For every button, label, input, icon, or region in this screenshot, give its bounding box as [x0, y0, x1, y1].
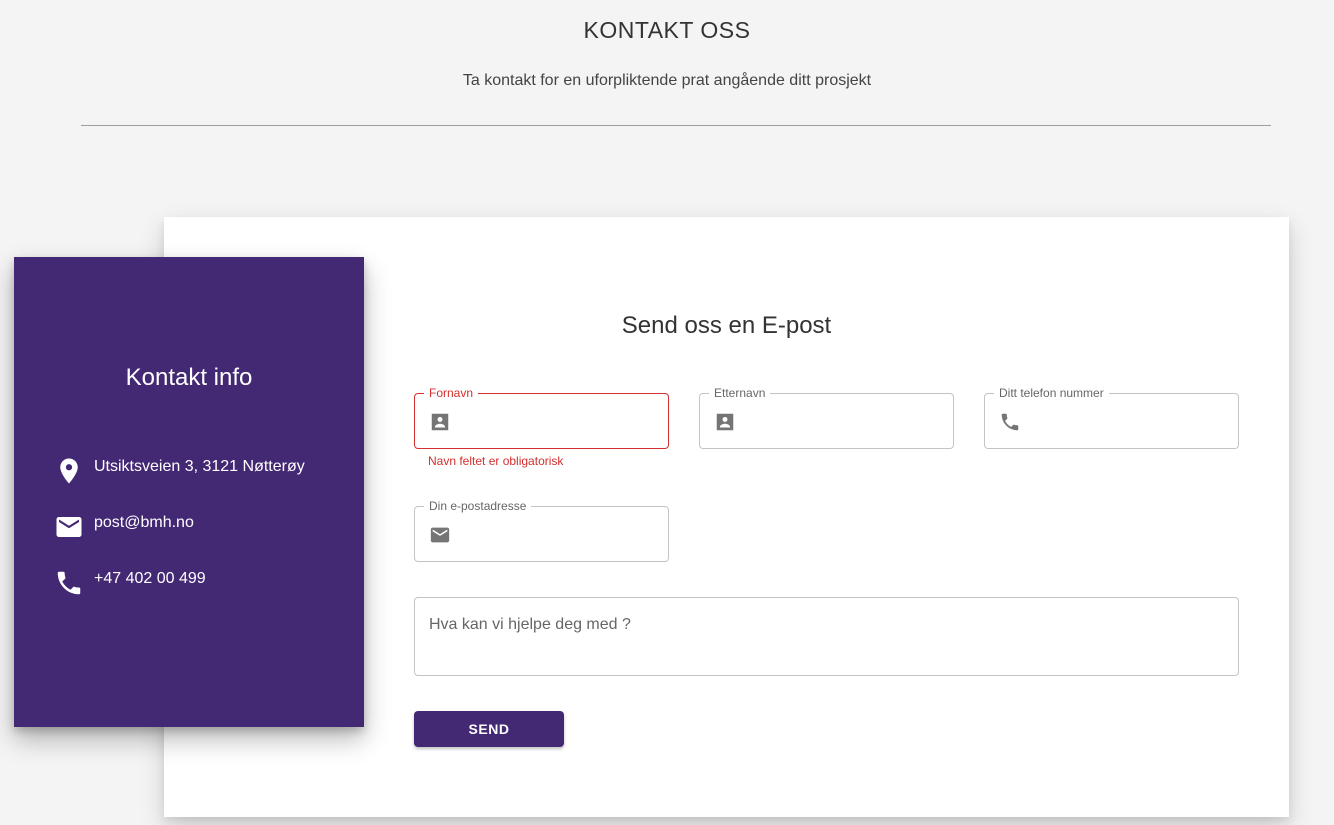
- contact-card-icon: [714, 411, 736, 433]
- last-name-label: Etternavn: [709, 386, 771, 400]
- page-subtitle: Ta kontakt for en uforpliktende prat ang…: [462, 72, 872, 89]
- message-textarea[interactable]: Hva kan vi hjelpe deg med ?: [414, 597, 1239, 676]
- first-name-error: Navn feltet er obligatorisk: [428, 454, 564, 468]
- phone-text[interactable]: +47 402 00 499: [94, 570, 206, 588]
- first-name-field[interactable]: Fornavn: [414, 386, 669, 449]
- contact-info-title: Kontakt info: [125, 364, 253, 391]
- location-pin-icon: [54, 456, 84, 486]
- email-label: Din e-postadresse: [424, 499, 532, 513]
- phone-label: Ditt telefon nummer: [994, 386, 1109, 400]
- email-field[interactable]: Din e-postadresse: [414, 499, 669, 562]
- email-text[interactable]: post@bmh.no: [94, 514, 194, 532]
- header-divider: [81, 125, 1271, 126]
- contact-card-icon: [429, 411, 451, 433]
- last-name-field[interactable]: Etternavn: [699, 386, 954, 449]
- mail-icon: [429, 524, 451, 546]
- address-text: Utsiktsveien 3, 3121 Nøtterøy: [94, 458, 305, 475]
- mail-icon: [54, 512, 84, 542]
- phone-icon: [54, 568, 84, 598]
- phone-field[interactable]: Ditt telefon nummer: [984, 386, 1239, 449]
- page-title: KONTAKT OSS: [583, 17, 751, 43]
- message-placeholder: Hva kan vi hjelpe deg med ?: [429, 616, 631, 633]
- contact-info-card: Kontakt info Utsiktsveien 3, 3121 Nøtter…: [14, 257, 364, 727]
- phone-icon: [999, 411, 1021, 433]
- first-name-label: Fornavn: [424, 386, 479, 400]
- send-button[interactable]: SEND: [414, 711, 564, 747]
